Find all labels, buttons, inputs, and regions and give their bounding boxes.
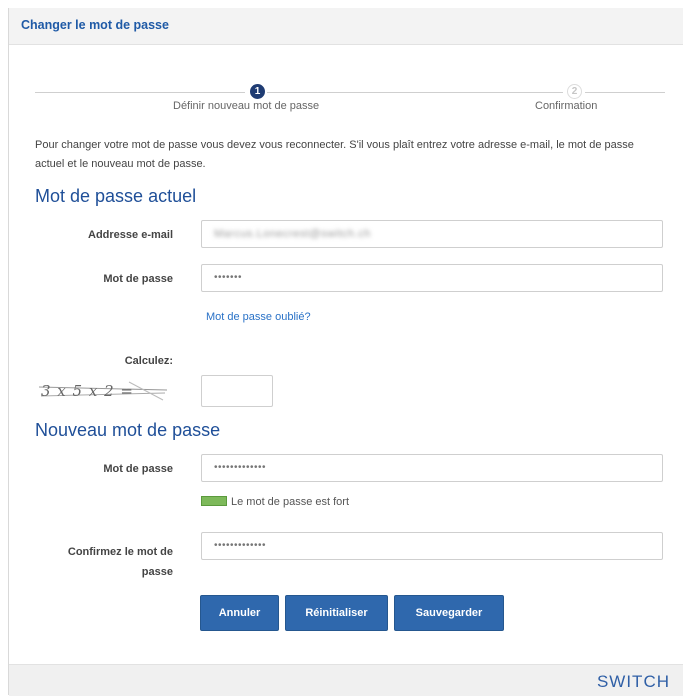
captcha-image: 3 x 5 x 2 =: [38, 378, 169, 404]
email-field[interactable]: Marcus.Lonecrest@switch.ch: [201, 220, 663, 248]
confirm-password-label: Confirmez le mot de passe: [29, 542, 173, 582]
step-1-label: Définir nouveau mot de passe: [173, 100, 320, 112]
new-password-field[interactable]: •••••••••••••: [201, 454, 663, 482]
page-title: Changer le mot de passe: [21, 18, 169, 32]
progress-stepper: 1 Définir nouveau mot de passe 2 Confirm…: [35, 78, 665, 118]
confirm-password-label-line2: passe: [141, 566, 173, 578]
footer-bar: SWITCH: [9, 664, 683, 696]
new-password-label: Mot de passe: [103, 463, 173, 475]
stepper-line-left: [35, 92, 245, 93]
email-value: Marcus.Lonecrest@switch.ch: [214, 228, 371, 240]
reset-button[interactable]: Réinitialiser: [285, 595, 388, 631]
confirm-password-value: •••••••••••••: [214, 540, 267, 551]
confirm-password-field[interactable]: •••••••••••••: [201, 532, 663, 560]
switch-logo: SWITCH: [596, 672, 670, 691]
captcha-label: Calculez:: [124, 355, 173, 367]
header-bar: Changer le mot de passe: [9, 8, 683, 45]
confirm-password-label-line1: Confirmez le mot de: [67, 546, 173, 558]
current-password-label: Mot de passe: [103, 273, 173, 285]
current-password-value: •••••••: [214, 272, 243, 283]
section-title-new: Nouveau mot de passe: [35, 420, 221, 440]
new-password-value: •••••••••••••: [214, 462, 267, 473]
captcha-answer-field[interactable]: [201, 375, 273, 407]
section-title-current: Mot de passe actuel: [35, 186, 197, 206]
strength-text: Le mot de passe est fort: [231, 496, 350, 508]
save-button[interactable]: Sauvegarder: [394, 595, 504, 631]
email-label: Addresse e-mail: [88, 229, 173, 241]
forgot-password-link[interactable]: Mot de passe oublié?: [206, 311, 311, 323]
stepper-line-middle: [267, 92, 563, 93]
password-change-window: Changer le mot de passe 1 Définir nouvea…: [8, 8, 683, 696]
strength-meter-icon: [201, 496, 227, 507]
password-strength-indicator: Le mot de passe est fort: [201, 496, 349, 508]
captcha-text: 3 x 5 x 2 =: [41, 382, 134, 400]
intro-text: Pour changer votre mot de passe vous dev…: [35, 139, 634, 170]
step-2-label: Confirmation: [535, 100, 598, 112]
stepper-line-right: [585, 92, 665, 93]
current-password-field[interactable]: •••••••: [201, 264, 663, 292]
step-1-indicator: 1: [250, 84, 265, 99]
step-2-indicator: 2: [567, 84, 582, 99]
cancel-button[interactable]: Annuler: [200, 595, 279, 631]
